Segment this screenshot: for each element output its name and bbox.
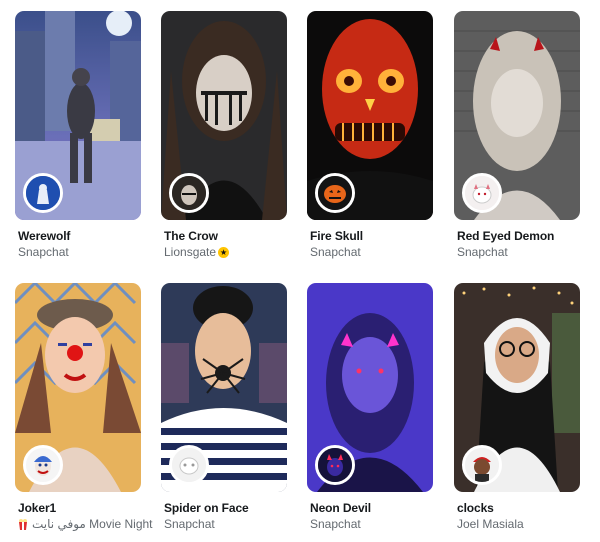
avatar-icon <box>465 448 499 482</box>
lens-icon-badge <box>23 173 63 213</box>
lens-thumbnail[interactable] <box>15 283 141 492</box>
lens-title[interactable]: Fire Skull <box>310 229 363 243</box>
lens-creator[interactable]: موفي نايت Movie Night <box>18 517 153 531</box>
lens-icon-badge <box>23 445 63 485</box>
lens-creator[interactable]: Snapchat <box>164 517 215 531</box>
lens-creator[interactable]: Snapchat <box>310 517 361 531</box>
lens-thumbnail[interactable] <box>307 283 433 492</box>
lens-title[interactable]: Neon Devil <box>310 501 371 515</box>
lens-title[interactable]: clocks <box>457 501 494 515</box>
popcorn-icon <box>18 518 28 530</box>
lens-icon-badge <box>315 173 355 213</box>
crow-face-icon <box>172 176 206 210</box>
lens-creator[interactable]: Snapchat <box>457 245 508 259</box>
lens-thumbnail[interactable] <box>15 11 141 220</box>
lens-creator[interactable]: Joel Masiala <box>457 517 524 531</box>
lens-title[interactable]: Joker1 <box>18 501 56 515</box>
lens-icon-badge <box>462 173 502 213</box>
lens-icon-badge <box>169 445 209 485</box>
lens-title[interactable]: Spider on Face <box>164 501 249 515</box>
werewolf-icon <box>26 176 60 210</box>
lens-creator[interactable]: Snapchat <box>310 245 361 259</box>
lens-thumbnail[interactable] <box>307 11 433 220</box>
lens-icon-badge <box>169 173 209 213</box>
ghost-cat-icon <box>465 176 499 210</box>
lens-thumbnail[interactable] <box>161 283 287 492</box>
lens-thumbnail[interactable] <box>454 11 580 220</box>
lens-creator[interactable]: Lionsgate ★ <box>164 245 230 259</box>
lens-icon-badge <box>315 445 355 485</box>
neon-devil-icon <box>318 448 352 482</box>
pumpkin-icon <box>318 176 352 210</box>
lens-title[interactable]: Werewolf <box>18 229 70 243</box>
mask-face-icon <box>172 448 206 482</box>
lens-title[interactable]: Red Eyed Demon <box>457 229 554 243</box>
lens-thumbnail[interactable] <box>161 11 287 220</box>
verified-star-icon: ★ <box>218 246 230 258</box>
clown-icon <box>26 448 60 482</box>
lens-icon-badge <box>462 445 502 485</box>
lens-title[interactable]: The Crow <box>164 229 218 243</box>
lens-thumbnail[interactable] <box>454 283 580 492</box>
lens-creator[interactable]: Snapchat <box>18 245 69 259</box>
